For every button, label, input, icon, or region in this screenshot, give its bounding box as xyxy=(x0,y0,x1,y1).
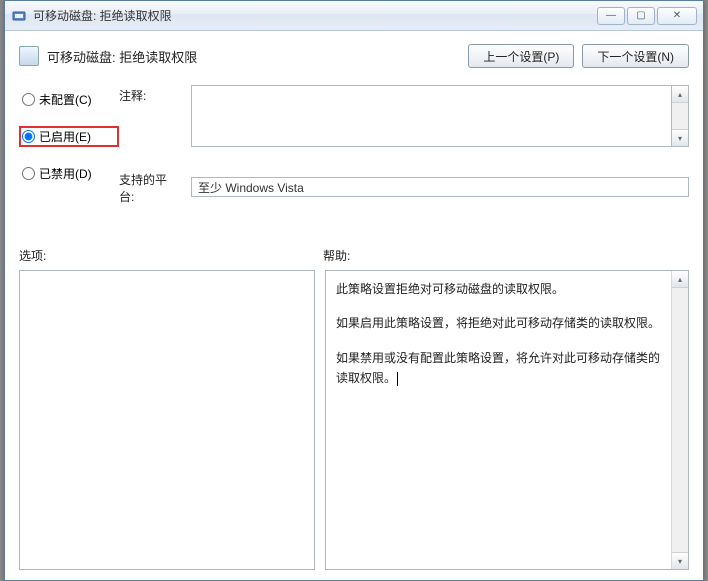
radio-enabled[interactable]: 已启用(E) xyxy=(19,126,119,147)
config-section: 未配置(C) 已启用(E) 已禁用(D) 注释: ▴ xyxy=(19,85,689,205)
dialog-window: 可移动磁盘: 拒绝读取权限 — ▢ ✕ 可移动磁盘: 拒绝读取权限 上一个设置(… xyxy=(4,0,704,581)
help-label: 帮助: xyxy=(323,247,350,264)
section-labels: 选项: 帮助: xyxy=(19,247,689,264)
comment-scrollbar[interactable]: ▴ ▾ xyxy=(672,85,689,147)
app-icon xyxy=(11,8,27,24)
next-setting-button[interactable]: 下一个设置(N) xyxy=(582,44,689,68)
scroll-up-icon[interactable]: ▴ xyxy=(672,86,688,103)
policy-title: 可移动磁盘: 拒绝读取权限 xyxy=(47,47,460,66)
previous-setting-button[interactable]: 上一个设置(P) xyxy=(468,44,574,68)
help-paragraph-3: 如果禁用或没有配置此策略设置，将允许对此可移动存储类的读取权限。 xyxy=(336,348,661,389)
radio-enabled-label: 已启用(E) xyxy=(39,128,91,145)
radio-disabled-input[interactable] xyxy=(22,167,35,180)
comment-row: 注释: ▴ ▾ xyxy=(119,85,689,147)
radio-not-configured[interactable]: 未配置(C) xyxy=(19,89,119,110)
comment-label: 注释: xyxy=(119,85,181,104)
close-button[interactable]: ✕ xyxy=(657,7,697,25)
comment-textarea[interactable] xyxy=(191,85,672,147)
radio-not-configured-input[interactable] xyxy=(22,93,35,106)
header-row: 可移动磁盘: 拒绝读取权限 上一个设置(P) 下一个设置(N) xyxy=(19,41,689,71)
maximize-button[interactable]: ▢ xyxy=(627,7,655,25)
dialog-content: 可移动磁盘: 拒绝读取权限 上一个设置(P) 下一个设置(N) 未配置(C) 已… xyxy=(5,31,703,580)
help-scrollbar[interactable]: ▴ ▾ xyxy=(671,271,688,569)
comment-wrap: ▴ ▾ xyxy=(191,85,689,147)
options-label: 选项: xyxy=(19,247,323,264)
scroll-up-icon[interactable]: ▴ xyxy=(672,271,688,288)
minimize-button[interactable]: — xyxy=(597,7,625,25)
platform-field xyxy=(191,177,689,197)
help-paragraph-1: 此策略设置拒绝对可移动磁盘的读取权限。 xyxy=(336,279,661,299)
window-controls: — ▢ ✕ xyxy=(597,7,697,25)
radio-group: 未配置(C) 已启用(E) 已禁用(D) xyxy=(19,85,119,205)
scroll-down-icon[interactable]: ▾ xyxy=(672,552,688,569)
radio-not-configured-label: 未配置(C) xyxy=(39,91,92,108)
options-pane xyxy=(19,270,315,570)
radio-disabled[interactable]: 已禁用(D) xyxy=(19,163,119,184)
lower-panes: 此策略设置拒绝对可移动磁盘的读取权限。 如果启用此策略设置，将拒绝对此可移动存储… xyxy=(19,270,689,570)
help-text: 此策略设置拒绝对可移动磁盘的读取权限。 如果启用此策略设置，将拒绝对此可移动存储… xyxy=(326,271,671,569)
help-paragraph-2: 如果启用此策略设置，将拒绝对此可移动存储类的读取权限。 xyxy=(336,313,661,333)
window-title: 可移动磁盘: 拒绝读取权限 xyxy=(33,7,597,24)
policy-icon xyxy=(19,46,39,66)
titlebar[interactable]: 可移动磁盘: 拒绝读取权限 — ▢ ✕ xyxy=(5,1,703,31)
scroll-down-icon[interactable]: ▾ xyxy=(672,129,688,146)
radio-disabled-label: 已禁用(D) xyxy=(39,165,92,182)
radio-enabled-input[interactable] xyxy=(22,130,35,143)
help-pane: 此策略设置拒绝对可移动磁盘的读取权限。 如果启用此策略设置，将拒绝对此可移动存储… xyxy=(325,270,689,570)
platform-row: 支持的平台: xyxy=(119,169,689,205)
mid-column: 注释: ▴ ▾ 支持的平台: xyxy=(119,85,689,205)
platform-label: 支持的平台: xyxy=(119,169,181,205)
